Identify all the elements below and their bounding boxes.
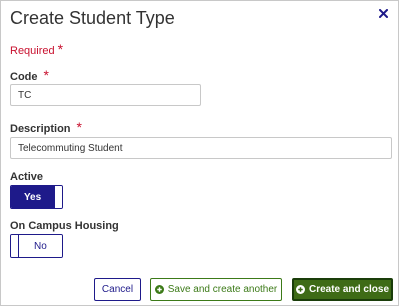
code-label: Code * [10, 67, 49, 83]
description-label-text: Description [10, 123, 71, 135]
description-required-marker: * [76, 119, 82, 135]
close-x-icon [378, 8, 388, 18]
save-and-create-another-button[interactable]: Save and create another [150, 278, 282, 301]
code-label-text: Code [10, 71, 38, 83]
on-campus-housing-label: On Campus Housing [10, 220, 119, 232]
required-note-text: Required [10, 45, 55, 57]
active-toggle-state: Yes [11, 186, 55, 208]
create-student-type-dialog: Create Student Type Required* Code* Desc… [0, 0, 399, 306]
on-campus-housing-toggle-state: No [18, 235, 62, 257]
create-and-close-button[interactable]: Create and close [292, 278, 393, 301]
required-note: Required * [10, 41, 63, 57]
required-marker: * [57, 41, 64, 57]
active-toggle[interactable]: Yes [10, 185, 63, 209]
cancel-button[interactable]: Cancel [94, 278, 141, 301]
on-campus-housing-toggle-knob [11, 235, 19, 257]
save-and-create-another-label: Save and create another [167, 284, 278, 295]
close-icon[interactable] [377, 6, 389, 20]
description-label: Description * [10, 119, 82, 135]
on-campus-housing-toggle[interactable]: No [10, 234, 63, 258]
description-input[interactable] [10, 137, 392, 159]
dialog-title: Create Student Type [10, 8, 175, 28]
cancel-button-label: Cancel [101, 284, 134, 295]
code-input[interactable] [10, 84, 201, 106]
code-required-marker: * [43, 67, 49, 83]
active-label: Active [10, 171, 44, 183]
active-toggle-knob [54, 186, 62, 208]
plus-circle-icon [295, 285, 305, 294]
plus-circle-icon [154, 285, 164, 294]
create-and-close-label: Create and close [308, 284, 390, 295]
